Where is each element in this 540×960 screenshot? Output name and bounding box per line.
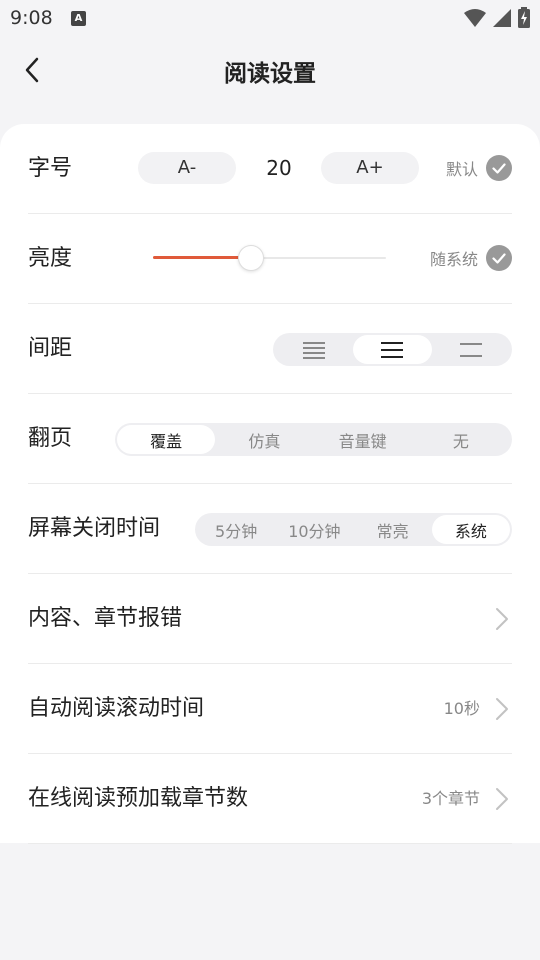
font-decrease-button[interactable]: A- [138,152,236,184]
spacing-compact-option[interactable] [275,335,353,364]
report-error-label: 内容、章节报错 [28,606,183,631]
page-turn-option-volume-key[interactable]: 音量键 [314,425,412,454]
compact-lines-icon [303,341,326,359]
check-circle-icon [486,155,512,181]
a-square-icon: A [71,11,86,26]
brightness-slider-fill [153,256,247,259]
spacing-selector [273,333,512,366]
chevron-right-icon [496,698,508,720]
timeout-option-5min[interactable]: 5分钟 [197,515,275,544]
page-turn-selector: 覆盖 仿真 音量键 无 [115,423,512,456]
follow-system-label: 随系统 [429,250,478,269]
default-font-toggle[interactable]: 默认 [446,153,512,183]
brightness-row: 亮度 随系统 [28,214,512,304]
top-bar: 阅读设置 [0,40,540,104]
page-turn-label: 翻页 [28,426,73,451]
preload-label: 在线阅读预加载章节数 [28,786,249,811]
screen-timeout-label: 屏幕关闭时间 [28,516,161,541]
spacing-wide-option[interactable] [432,335,510,364]
page-turn-option-none[interactable]: 无 [412,425,510,454]
auto-scroll-value: 10秒 [443,699,480,718]
preload-row[interactable]: 在线阅读预加载章节数 3个章节 [28,754,512,844]
page-turn-row: 翻页 覆盖 仿真 音量键 无 [28,394,512,484]
cell-signal-icon [493,8,511,27]
font-size-value: 20 [266,156,292,180]
spacing-label: 间距 [28,336,73,361]
battery-charging-icon [518,7,530,28]
wide-lines-icon [459,342,482,357]
chevron-right-icon [496,608,508,630]
auto-scroll-row[interactable]: 自动阅读滚动时间 10秒 [28,664,512,754]
follow-system-toggle[interactable]: 随系统 [430,243,512,273]
check-circle-icon [486,245,512,271]
page-turn-option-simulation[interactable]: 仿真 [215,425,313,454]
font-increase-button[interactable]: A+ [321,152,419,184]
page-title: 阅读设置 [224,61,316,87]
screen-timeout-row: 屏幕关闭时间 5分钟 10分钟 常亮 系统 [28,484,512,574]
timeout-option-10min[interactable]: 10分钟 [275,515,353,544]
font-size-label: 字号 [28,156,73,181]
chevron-right-icon [496,788,508,810]
status-bar: 9:08 A [0,0,540,36]
status-icons [464,7,530,28]
report-error-row[interactable]: 内容、章节报错 [28,574,512,664]
timeout-option-always-on[interactable]: 常亮 [354,515,432,544]
status-time: 9:08 [10,7,53,29]
brightness-label: 亮度 [28,246,73,271]
brightness-slider[interactable] [153,245,386,271]
normal-lines-icon [381,341,404,358]
brightness-slider-thumb[interactable] [238,245,265,271]
font-size-row: 字号 A- 20 A+ 默认 [28,124,512,214]
timeout-option-system[interactable]: 系统 [431,515,510,544]
spacing-row: 间距 [28,304,512,394]
screen-timeout-selector: 5分钟 10分钟 常亮 系统 [195,513,512,546]
settings-card: 字号 A- 20 A+ 默认 亮度 随系统 间距 翻页 覆盖 仿真 音量键 无 … [0,124,540,844]
auto-scroll-label: 自动阅读滚动时间 [28,696,205,721]
wifi-icon [464,8,486,27]
default-font-label: 默认 [445,160,478,179]
preload-value: 3个章节 [421,789,480,808]
spacing-normal-option[interactable] [353,335,432,364]
page-turn-option-cover[interactable]: 覆盖 [117,425,216,454]
